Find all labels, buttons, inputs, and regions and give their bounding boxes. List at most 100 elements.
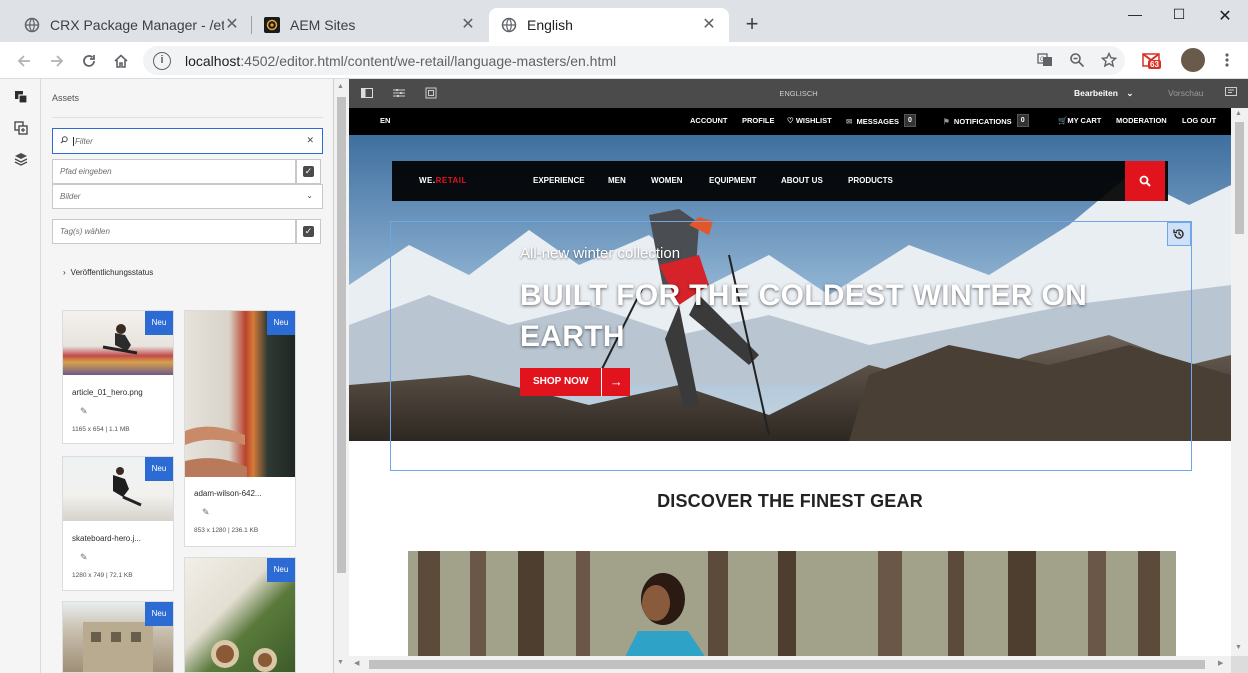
new-badge: Neu [267,311,295,335]
checkbox-icon: ✓ [303,166,314,177]
asset-meta: 1165 x 654 | 1.1 MB [72,426,130,433]
assets-icon[interactable] [12,88,30,106]
flag-icon: ⚑ [943,117,950,126]
page-vertical-scrollbar[interactable]: ▲ ▼ [1231,108,1248,656]
tab-title: English [527,17,573,33]
back-arrow-icon[interactable] [13,50,35,72]
wishlist-link[interactable]: ♡ WISHLIST [787,116,832,125]
nav-products[interactable]: PRODUCTS [848,176,893,185]
scroll-left-arrow-icon[interactable]: ◀ [354,659,359,667]
site-info-icon[interactable]: i [153,51,171,70]
nav-about-us[interactable]: ABOUT US [781,176,823,185]
scroll-thumb[interactable] [337,97,346,573]
cart-link[interactable]: 🛒MY CART [1058,116,1101,125]
components-icon[interactable] [12,119,30,137]
messages-link[interactable]: ✉ MESSAGES 0 [846,114,916,129]
scroll-down-arrow-icon[interactable]: ▼ [337,659,344,666]
account-link[interactable]: ACCOUNT [690,116,728,125]
zoom-icon[interactable] [1066,49,1088,71]
browser-toolbar: i localhost:4502/editor.html/content/we-… [0,42,1248,79]
asset-card[interactable]: Neu [62,601,174,673]
window-close-button[interactable]: ✕ [1202,6,1248,25]
path-placeholder: Pfad eingeben [60,167,112,176]
asset-card[interactable]: Neu adam-wilson-642... ✎ 853 x 1280 | 23… [184,310,296,547]
close-icon[interactable]: ✕ [701,17,717,33]
scroll-up-arrow-icon[interactable]: ▲ [337,83,344,90]
side-rail [0,79,41,673]
moderation-link[interactable]: MODERATION [1116,116,1167,125]
site-search-button[interactable] [1125,161,1165,201]
close-icon[interactable]: ✕ [460,17,476,33]
we-retail-logo[interactable]: WE.RETAIL [419,176,467,185]
asset-card[interactable]: Neu skateboard-hero.j... ✎ 1280 x 749 | … [62,456,174,591]
section-title: DISCOVER THE FINEST GEAR [657,491,923,511]
translate-icon[interactable]: G [1034,49,1056,71]
browser-menu-icon[interactable] [1216,49,1238,71]
notifications-link[interactable]: ⚑ NOTIFICATIONS 0 [943,114,1029,129]
filter-placeholder: Filter [73,136,93,146]
logout-link[interactable]: LOG OUT [1182,116,1216,125]
chevron-right-icon: › [63,268,66,277]
preview-button[interactable]: Vorschau [1168,88,1203,98]
edit-pencil-icon[interactable]: ✎ [80,552,88,563]
asset-thumbnail [185,311,295,477]
clear-icon[interactable]: ✕ [306,135,314,146]
path-input[interactable]: Pfad eingeben [52,159,296,184]
messages-label: MESSAGES [856,117,899,126]
scrollbar-corner [1231,656,1248,673]
scroll-up-arrow-icon[interactable]: ▲ [1235,110,1242,117]
tags-input[interactable]: Tag(s) wählen [52,219,296,244]
layers-icon[interactable] [12,150,30,168]
assets-panel: Assets Filter ✕ Pfad eingeben ✓ Bilder ⌄… [41,79,358,673]
divider [52,117,323,118]
profile-link[interactable]: PROFILE [742,116,775,125]
asset-card[interactable]: Neu [184,557,296,673]
profile-avatar[interactable] [1181,48,1205,72]
edit-pencil-icon[interactable]: ✎ [80,406,88,417]
home-icon[interactable] [110,50,132,72]
component-selection-frame[interactable] [390,221,1192,471]
gmail-extension-icon[interactable]: 63 [1140,49,1164,71]
annotations-icon[interactable] [1224,87,1238,101]
asset-type-select[interactable]: Bilder ⌄ [52,184,323,209]
nav-experience[interactable]: EXPERIENCE [533,176,585,185]
edit-pencil-icon[interactable]: ✎ [202,507,210,518]
asset-card[interactable]: Neu article_01_hero.png ✎ 1165 x 654 | 1… [62,310,174,444]
nav-equipment[interactable]: EQUIPMENT [709,176,757,185]
new-badge: Neu [145,311,173,335]
bookmark-star-icon[interactable] [1098,49,1120,71]
nav-women[interactable]: WOMEN [651,176,683,185]
svg-text:G: G [1040,57,1045,63]
path-browse-button[interactable]: ✓ [296,159,321,184]
component-history-icon[interactable] [1167,222,1191,246]
page-horizontal-scrollbar[interactable]: ◀ ▶ [349,656,1231,673]
editor-toolbar: ENGLISCH Bearbeiten ⌄ Vorschau [349,79,1248,108]
minimize-button[interactable]: — [1112,6,1158,24]
scroll-right-arrow-icon[interactable]: ▶ [1218,659,1223,667]
scroll-down-arrow-icon[interactable]: ▼ [1235,644,1242,651]
tab-english[interactable]: English ✕ [489,8,729,42]
mode-selector[interactable]: Bearbeiten ⌄ [1074,88,1133,99]
tab-title: AEM Sites [290,17,356,33]
reload-icon[interactable] [78,50,100,72]
tab-crx-package-manager[interactable]: CRX Package Manager - /etc/pac ✕ [12,8,252,42]
scroll-thumb[interactable] [1235,122,1244,234]
nav-men[interactable]: MEN [608,176,626,185]
scroll-thumb[interactable] [369,660,1205,669]
tags-placeholder: Tag(s) wählen [60,227,110,236]
language-switch[interactable]: EN [380,116,390,125]
address-bar[interactable]: i localhost:4502/editor.html/content/we-… [143,46,1125,75]
forward-arrow-icon[interactable] [46,50,68,72]
tab-aem-sites[interactable]: AEM Sites ✕ [252,8,488,42]
filter-input[interactable]: Filter ✕ [52,128,323,154]
panel-outer-scrollbar[interactable]: ▲ ▼ [334,79,349,673]
publish-status-toggle[interactable]: › Veröffentlichungsstatus [63,268,153,277]
asset-name: article_01_hero.png [72,388,143,397]
new-tab-button[interactable]: + [740,12,764,36]
tab-title: CRX Package Manager - /etc/pac [50,17,224,33]
wishlist-label: WISHLIST [795,116,832,125]
forest-runner-image [408,551,1176,656]
tags-browse-button[interactable]: ✓ [296,219,321,244]
close-icon[interactable]: ✕ [224,17,240,33]
maximize-button[interactable]: ☐ [1156,6,1202,24]
